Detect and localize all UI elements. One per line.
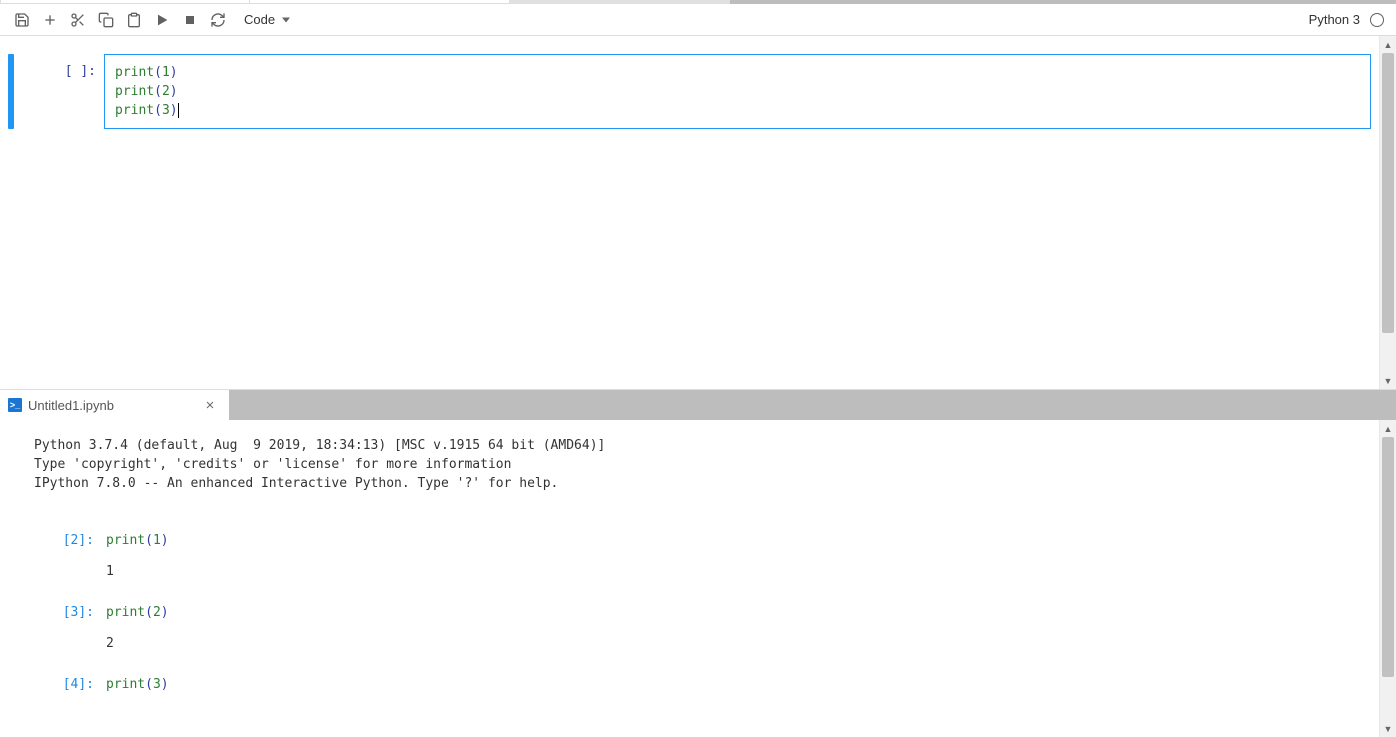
- console-entry: [3]: print(2) 2: [34, 603, 1371, 671]
- console-prompt: [4]:: [34, 675, 106, 712]
- scroll-down-icon[interactable]: ▼: [1380, 720, 1396, 737]
- text-cursor: [178, 103, 179, 118]
- scroll-up-icon[interactable]: ▲: [1380, 420, 1396, 437]
- cell-editor[interactable]: print(1) print(2) print(3): [104, 54, 1371, 129]
- copy-button[interactable]: [92, 6, 120, 34]
- console-input: print(1): [106, 531, 1371, 550]
- console-banner: Python 3.7.4 (default, Aug 9 2019, 18:34…: [34, 436, 1371, 493]
- cut-button[interactable]: [64, 6, 92, 34]
- console-area[interactable]: Python 3.7.4 (default, Aug 9 2019, 18:34…: [0, 420, 1379, 737]
- cell-type-select[interactable]: Code: [240, 8, 294, 32]
- code-cell[interactable]: [ ]: print(1) print(2) print(3): [8, 54, 1371, 129]
- scrollbar-thumb[interactable]: [1382, 53, 1394, 333]
- console-input: print(2): [106, 603, 1371, 622]
- run-button[interactable]: [148, 6, 176, 34]
- cell-active-indicator: [8, 54, 14, 129]
- kernel-name[interactable]: Python 3: [1309, 12, 1360, 27]
- save-button[interactable]: [8, 6, 36, 34]
- restart-button[interactable]: [204, 6, 232, 34]
- console-prompt: [2]:: [34, 531, 106, 599]
- paste-button[interactable]: [120, 6, 148, 34]
- tab-close-button[interactable]: [201, 396, 219, 414]
- terminal-icon: >_: [8, 398, 22, 412]
- console-output: 1: [106, 562, 1371, 581]
- kernel-status-icon[interactable]: [1370, 13, 1384, 27]
- console-output: 2: [106, 634, 1371, 653]
- scroll-down-icon[interactable]: ▼: [1380, 372, 1396, 389]
- interrupt-button[interactable]: [176, 6, 204, 34]
- console-entry: [2]: print(1) 1: [34, 531, 1371, 599]
- console-tab[interactable]: >_ Untitled1.ipynb: [0, 390, 230, 420]
- console-entry: [4]: print(3): [34, 675, 1371, 712]
- scroll-up-icon[interactable]: ▲: [1380, 36, 1396, 53]
- console-prompt: [3]:: [34, 603, 106, 671]
- notebook-area[interactable]: [ ]: print(1) print(2) print(3): [0, 36, 1379, 389]
- notebook-toolbar: Code Python 3: [0, 4, 1396, 36]
- console-input: print(3): [106, 675, 1371, 694]
- notebook-scrollbar[interactable]: ▲ ▼: [1379, 36, 1396, 389]
- console-scrollbar[interactable]: ▲ ▼: [1379, 420, 1396, 737]
- tab-label: Untitled1.ipynb: [28, 398, 201, 413]
- insert-cell-button[interactable]: [36, 6, 64, 34]
- cell-prompt: [ ]:: [16, 54, 104, 129]
- scrollbar-thumb[interactable]: [1382, 437, 1394, 677]
- console-tabbar: >_ Untitled1.ipynb: [0, 390, 1396, 420]
